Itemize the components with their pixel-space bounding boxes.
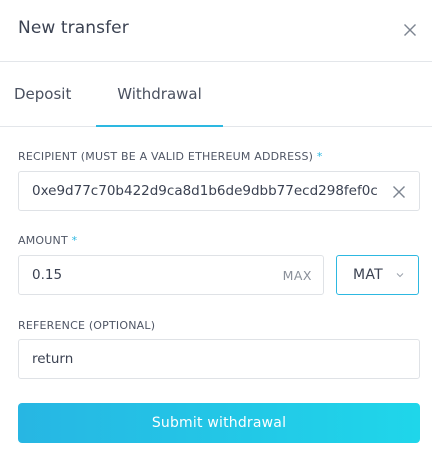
tab-withdrawal[interactable]: Withdrawal	[96, 62, 223, 127]
max-button[interactable]: MAX	[283, 268, 312, 283]
currency-selected: MAT	[353, 267, 384, 283]
amount-label: AMOUNT *	[18, 234, 77, 247]
tab-deposit-label: Deposit	[14, 85, 72, 103]
amount-label-text: AMOUNT	[18, 234, 68, 247]
modal-title: New transfer	[18, 18, 129, 38]
recipient-input[interactable]: 0xe9d77c70b422d9ca8d1b6de9dbb77ecd298fef…	[19, 183, 392, 199]
new-transfer-modal: New transfer Deposit Withdrawal RECIPIEN…	[0, 0, 432, 458]
transfer-tabs: Deposit Withdrawal	[0, 62, 432, 127]
modal-header: New transfer	[0, 0, 432, 62]
tab-withdrawal-label: Withdrawal	[117, 84, 202, 103]
amount-field[interactable]: 0.15 MAX	[18, 255, 324, 295]
currency-select[interactable]: MAT	[336, 255, 419, 295]
recipient-label-text: RECIPIENT (MUST BE A VALID ETHEREUM ADDR…	[18, 150, 314, 163]
clear-icon	[393, 186, 405, 198]
required-mark: *	[71, 234, 78, 247]
recipient-label: RECIPIENT (MUST BE A VALID ETHEREUM ADDR…	[18, 150, 323, 163]
close-icon	[404, 24, 416, 36]
amount-input[interactable]: 0.15	[19, 267, 283, 283]
reference-label: REFERENCE (OPTIONAL)	[18, 319, 155, 332]
reference-field[interactable]: return	[18, 339, 420, 379]
reference-input[interactable]: return	[19, 351, 419, 367]
required-mark: *	[316, 150, 323, 163]
close-button[interactable]	[402, 22, 418, 38]
submit-withdrawal-label: Submit withdrawal	[151, 415, 287, 431]
chevron-down-icon	[396, 273, 404, 278]
clear-recipient-button[interactable]	[392, 184, 406, 198]
submit-withdrawal-button[interactable]: Submit withdrawal	[18, 403, 420, 443]
reference-label-text: REFERENCE (OPTIONAL)	[18, 319, 156, 332]
recipient-field[interactable]: 0xe9d77c70b422d9ca8d1b6de9dbb77ecd298fef…	[18, 171, 420, 211]
tab-deposit[interactable]: Deposit	[0, 62, 96, 126]
